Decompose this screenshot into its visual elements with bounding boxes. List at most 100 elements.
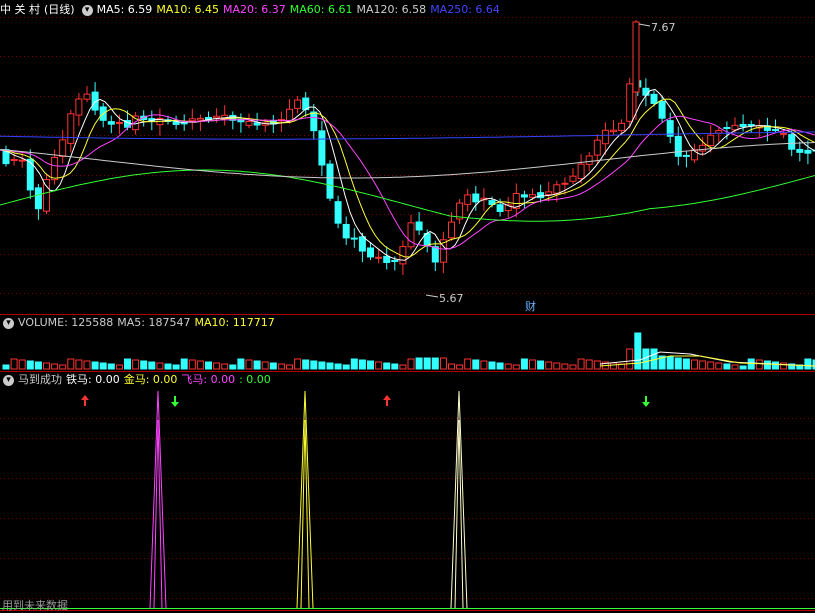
volume-bar <box>763 360 771 370</box>
price-low-label: 5.67 <box>439 292 464 305</box>
candle-body <box>626 83 634 122</box>
candle-body <box>448 221 455 239</box>
indicator-label-1: 铁马: 0.00 <box>66 373 120 386</box>
volume-bar <box>448 363 455 370</box>
volume-bar <box>545 361 553 370</box>
candle-body <box>286 108 293 122</box>
indicator-spike <box>454 419 464 609</box>
collapse-icon[interactable]: ▾ <box>3 317 14 329</box>
volume-bar <box>480 360 488 370</box>
candle-body <box>739 123 747 128</box>
volume-bar <box>626 348 634 370</box>
volume-bar <box>755 359 763 370</box>
volume-bar <box>553 362 561 370</box>
volume-bar <box>375 361 383 370</box>
volume-bar <box>707 361 715 370</box>
collapse-icon[interactable]: ▾ <box>81 4 93 16</box>
volume-bar <box>342 364 350 370</box>
volume-bar <box>512 364 520 370</box>
candle-body <box>342 223 350 239</box>
volume-bar <box>383 362 391 370</box>
volume-legend: VOLUME: 125588 MA5: 187547 MA10: 117717 <box>18 316 279 329</box>
chart-canvas[interactable] <box>0 0 815 613</box>
indicator-spike <box>300 419 310 609</box>
volume-bar <box>51 363 59 370</box>
volume-bar <box>691 359 698 370</box>
volume-bar <box>294 358 302 370</box>
volume-bar <box>26 360 34 370</box>
indicator-label-2: 金马: 0.00 <box>123 373 178 386</box>
candle-body <box>196 117 204 121</box>
stock-name: 中 关 村 <box>0 3 40 16</box>
candle-body <box>601 129 609 145</box>
volume-bar <box>674 357 682 370</box>
volume-bar <box>804 358 812 370</box>
collapse-icon[interactable]: ▾ <box>3 374 14 386</box>
candle-body <box>383 255 391 263</box>
volume-bar <box>577 358 585 370</box>
candle-body <box>618 122 626 131</box>
volume-bar <box>302 359 310 370</box>
candle-body <box>496 204 504 213</box>
ma-label-3: MA60: 6.61 <box>289 3 353 16</box>
candle-body <box>682 154 690 157</box>
volume-bar <box>180 358 188 370</box>
volume-bar <box>431 357 439 370</box>
volume-bar <box>504 363 512 370</box>
candle-body <box>59 139 67 158</box>
volume-bar <box>423 357 431 370</box>
volume-bar <box>59 364 67 370</box>
ma-legend: MA5: 6.59 MA10: 6.45 MA20: 6.37 MA60: 6.61 M… <box>97 3 504 16</box>
indicator-legend: 马到成功 铁马: 0.00 金马: 0.00 飞马: 0.00: 0.00 <box>18 373 275 386</box>
candle-body <box>10 158 18 162</box>
candle-body <box>294 99 302 109</box>
candle-body <box>375 256 383 259</box>
indicator-label-0: 马到成功 <box>18 373 62 386</box>
candle-body <box>253 122 261 126</box>
volume-bar <box>682 358 690 370</box>
candle-body <box>545 191 553 196</box>
candle-body <box>245 121 253 126</box>
volume-bar <box>107 363 115 370</box>
volume-bar <box>334 363 342 370</box>
volume-bar <box>245 359 253 370</box>
volume-bar <box>472 359 480 370</box>
volume-bar <box>67 358 75 370</box>
volume-header: ▾ VOLUME: 125588 MA5: 187547 MA10: 117717 <box>0 315 283 331</box>
buy-arrow-icon <box>81 395 89 406</box>
stock-period: (日线) <box>44 3 75 16</box>
volume-bar <box>367 360 374 370</box>
candle-body <box>67 113 75 144</box>
future-data-note: 用到未来数据 <box>2 599 68 612</box>
volume-bar <box>723 363 731 370</box>
volume-bar <box>124 358 131 370</box>
volume-bar <box>132 359 140 370</box>
candle-body <box>699 144 707 152</box>
candle-body <box>367 247 374 258</box>
candle-body <box>107 121 115 125</box>
indicator-label-3: 飞马: 0.00 <box>181 373 236 386</box>
ma-label-1: MA10: 6.45 <box>156 3 220 16</box>
volume-bar <box>731 364 739 370</box>
volume-bar <box>610 362 617 370</box>
indicator-spike <box>153 419 163 609</box>
volume-bar <box>593 360 601 370</box>
ma-label-4: MA120: 6.58 <box>356 3 427 16</box>
volume-label-1: MA5: 187547 <box>117 316 191 329</box>
candle-body <box>350 237 358 240</box>
candle-body <box>537 192 545 199</box>
volume-bar <box>188 359 196 370</box>
candle-body <box>788 134 796 150</box>
volume-bar <box>399 364 407 370</box>
candle-body <box>326 163 334 199</box>
volume-bar <box>269 362 277 370</box>
candle-body <box>464 194 472 205</box>
candle-body <box>18 159 26 162</box>
candle-body <box>391 259 399 262</box>
price-high-label: 7.67 <box>651 21 676 34</box>
candle-body <box>51 156 59 181</box>
financial-marker[interactable]: 财 <box>525 298 536 314</box>
candle-body <box>632 21 640 93</box>
volume-bar <box>115 364 123 370</box>
volume-bar <box>34 361 42 370</box>
